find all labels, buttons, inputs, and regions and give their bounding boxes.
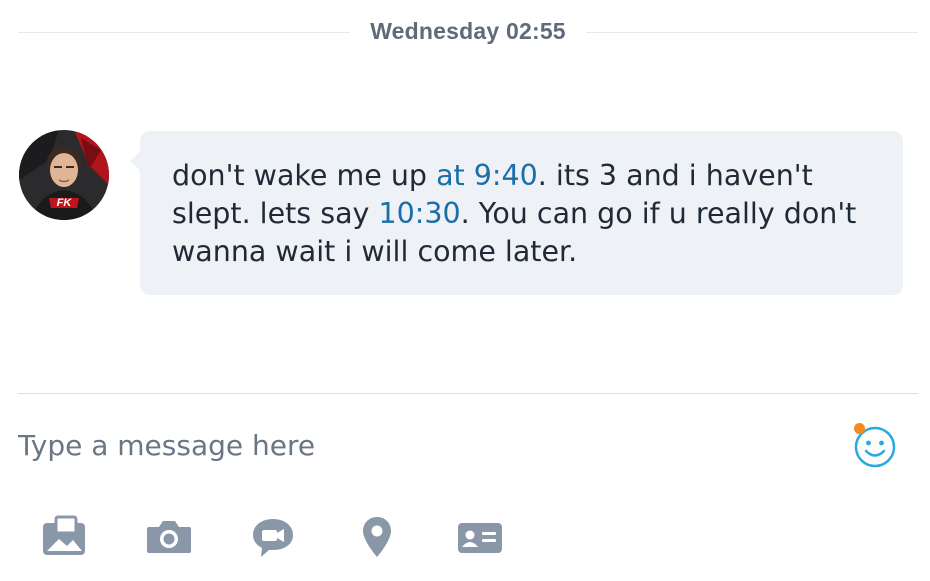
separator-line-right: [586, 32, 918, 33]
contact-card-button[interactable]: [456, 515, 506, 561]
location-button[interactable]: [353, 515, 403, 561]
camera-icon: [147, 521, 191, 553]
message-segment: don't wake me up: [172, 159, 437, 192]
video-message-button[interactable]: [249, 515, 299, 561]
composer-toolbar: [0, 515, 930, 565]
chat-view: Wednesday 02:55 FK don't wake me up at 9…: [0, 0, 930, 581]
location-icon: [363, 517, 391, 557]
message-text: don't wake me up at 9:40. its 3 and i ha…: [172, 157, 873, 271]
composer-divider: [18, 393, 918, 394]
gallery-icon: [43, 515, 85, 555]
notification-dot: [854, 423, 865, 434]
contact-card-icon: [458, 523, 502, 553]
camera-button[interactable]: [145, 515, 195, 561]
message-link-time[interactable]: at 9:40: [436, 159, 538, 192]
date-separator: Wednesday 02:55: [18, 14, 918, 50]
avatar-badge: FK: [57, 197, 73, 209]
avatar[interactable]: FK: [19, 130, 109, 220]
date-separator-label: Wednesday 02:55: [370, 18, 566, 44]
message-link-time[interactable]: 10:30: [378, 197, 460, 230]
message-input[interactable]: [18, 420, 818, 470]
message-bubble[interactable]: don't wake me up at 9:40. its 3 and i ha…: [140, 131, 903, 295]
separator-line-left: [18, 32, 350, 33]
gallery-button[interactable]: [41, 515, 91, 561]
video-message-icon: [253, 519, 293, 557]
svg-text:FK: FK: [57, 197, 73, 209]
